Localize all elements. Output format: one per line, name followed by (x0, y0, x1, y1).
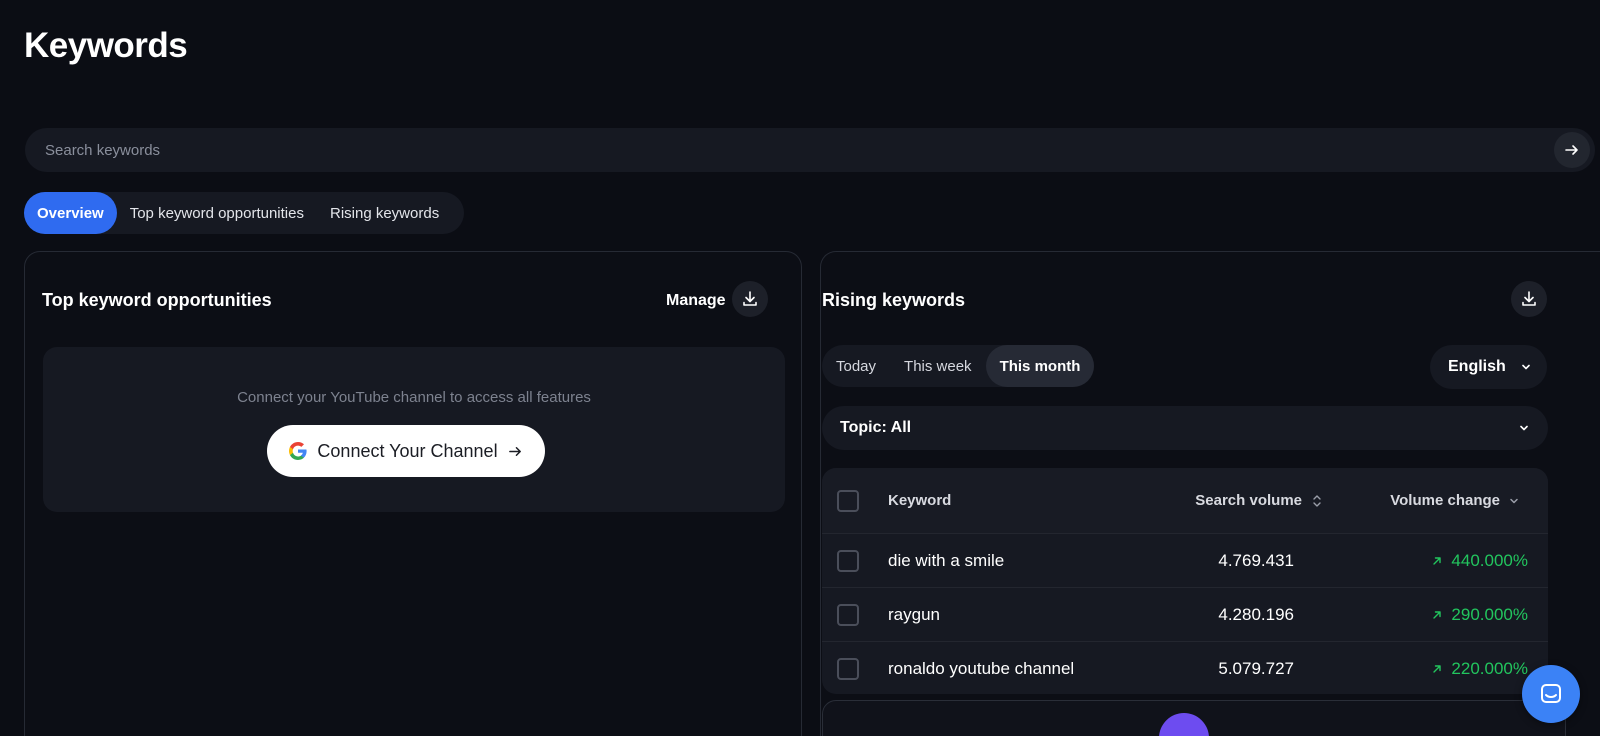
period-tab-this-week[interactable]: This week (890, 345, 986, 387)
row-keyword: ronaldo youtube channel (888, 658, 1075, 678)
row-volume-change-value: 220.000% (1451, 658, 1528, 678)
google-icon (289, 442, 308, 460)
row-keyword: die with a smile (888, 550, 1005, 570)
chevron-down-icon (1510, 498, 1518, 503)
top-opportunities-title: Top keyword opportunities (42, 290, 272, 310)
chat-icon (1541, 684, 1561, 703)
row-volume-change: 220.000% (1348, 659, 1548, 679)
period-tab-today[interactable]: Today (822, 345, 890, 387)
row-volume-change: 290.000% (1348, 605, 1548, 625)
search-submit-button[interactable] (1554, 132, 1590, 168)
connect-channel-panel: Connect your YouTube channel to access a… (43, 347, 785, 512)
arrow-right-icon (508, 446, 521, 456)
period-tab-this-month[interactable]: This month (985, 345, 1095, 387)
row-checkbox[interactable] (837, 549, 859, 572)
table-row: ronaldo youtube channel 5.079.727 220.00… (822, 641, 1548, 694)
keywords-page: Keywords Overview Top keyword opportunit… (0, 0, 1600, 736)
row-keyword: raygun (888, 604, 940, 624)
row-volume-change-value: 290.000% (1451, 604, 1528, 624)
period-tabs: Today This week This month (822, 345, 1095, 387)
column-keyword: Keyword (888, 492, 952, 509)
connect-message: Connect your YouTube channel to access a… (237, 389, 591, 406)
arrow-right-icon (1565, 145, 1578, 155)
download-opportunities-button[interactable] (732, 281, 768, 317)
select-all-checkbox[interactable] (837, 489, 859, 512)
rising-keywords-title: Rising keywords (822, 290, 966, 310)
column-search-volume[interactable]: Search volume (1180, 492, 1348, 509)
manage-button[interactable]: Manage (666, 292, 726, 310)
row-search-volume: 4.280.196 (1218, 604, 1294, 624)
chat-launcher-button[interactable] (1522, 665, 1580, 723)
row-checkbox[interactable] (837, 657, 859, 680)
connect-channel-label: Connect Your Channel (317, 440, 498, 461)
trend-up-icon (1433, 610, 1442, 619)
bottom-orb-graphic (1159, 713, 1209, 736)
language-select[interactable]: English (1430, 345, 1547, 389)
tab-rising-keywords[interactable]: Rising keywords (317, 192, 452, 234)
download-icon (743, 291, 757, 306)
trend-up-icon (1433, 664, 1442, 673)
trend-up-icon (1433, 556, 1442, 565)
tab-top-keyword-opportunities[interactable]: Top keyword opportunities (117, 192, 317, 234)
tab-overview[interactable]: Overview (24, 192, 117, 234)
column-volume-change[interactable]: Volume change (1348, 492, 1548, 509)
chevron-down-icon (1521, 364, 1530, 370)
download-icon (1522, 291, 1536, 306)
row-volume-change: 440.000% (1348, 551, 1548, 571)
language-value: English (1448, 358, 1506, 375)
rising-keywords-card: Rising keywords Today This week This mon… (820, 251, 1600, 736)
search-bar (25, 128, 1595, 172)
table-row: raygun 4.280.196 290.000% (822, 587, 1548, 641)
row-search-volume: 4.769.431 (1218, 550, 1294, 570)
sort-icon (1313, 494, 1321, 507)
row-search-volume: 5.079.727 (1218, 658, 1294, 678)
column-volume-change-label: Volume change (1390, 492, 1500, 509)
rising-bottom-panel (822, 700, 1566, 736)
row-checkbox[interactable] (837, 603, 859, 626)
rising-keywords-table: Keyword Search volume Volume change die … (822, 468, 1548, 694)
search-input[interactable] (25, 128, 1554, 172)
main-tabs: Overview Top keyword opportunities Risin… (24, 192, 465, 234)
table-row: die with a smile 4.769.431 440.000% (822, 533, 1548, 587)
page-title: Keywords (24, 26, 188, 65)
topic-select[interactable]: Topic: All (822, 406, 1548, 450)
connect-channel-button[interactable]: Connect Your Channel (267, 425, 545, 477)
column-search-volume-label: Search volume (1195, 492, 1302, 509)
top-opportunities-card: Top keyword opportunities Manage Connect… (24, 251, 802, 736)
row-volume-change-value: 440.000% (1451, 550, 1528, 570)
download-rising-button[interactable] (1511, 281, 1547, 317)
chevron-down-icon (1520, 425, 1528, 431)
topic-value: Topic: All (840, 419, 912, 436)
table-header: Keyword Search volume Volume change (822, 468, 1548, 533)
